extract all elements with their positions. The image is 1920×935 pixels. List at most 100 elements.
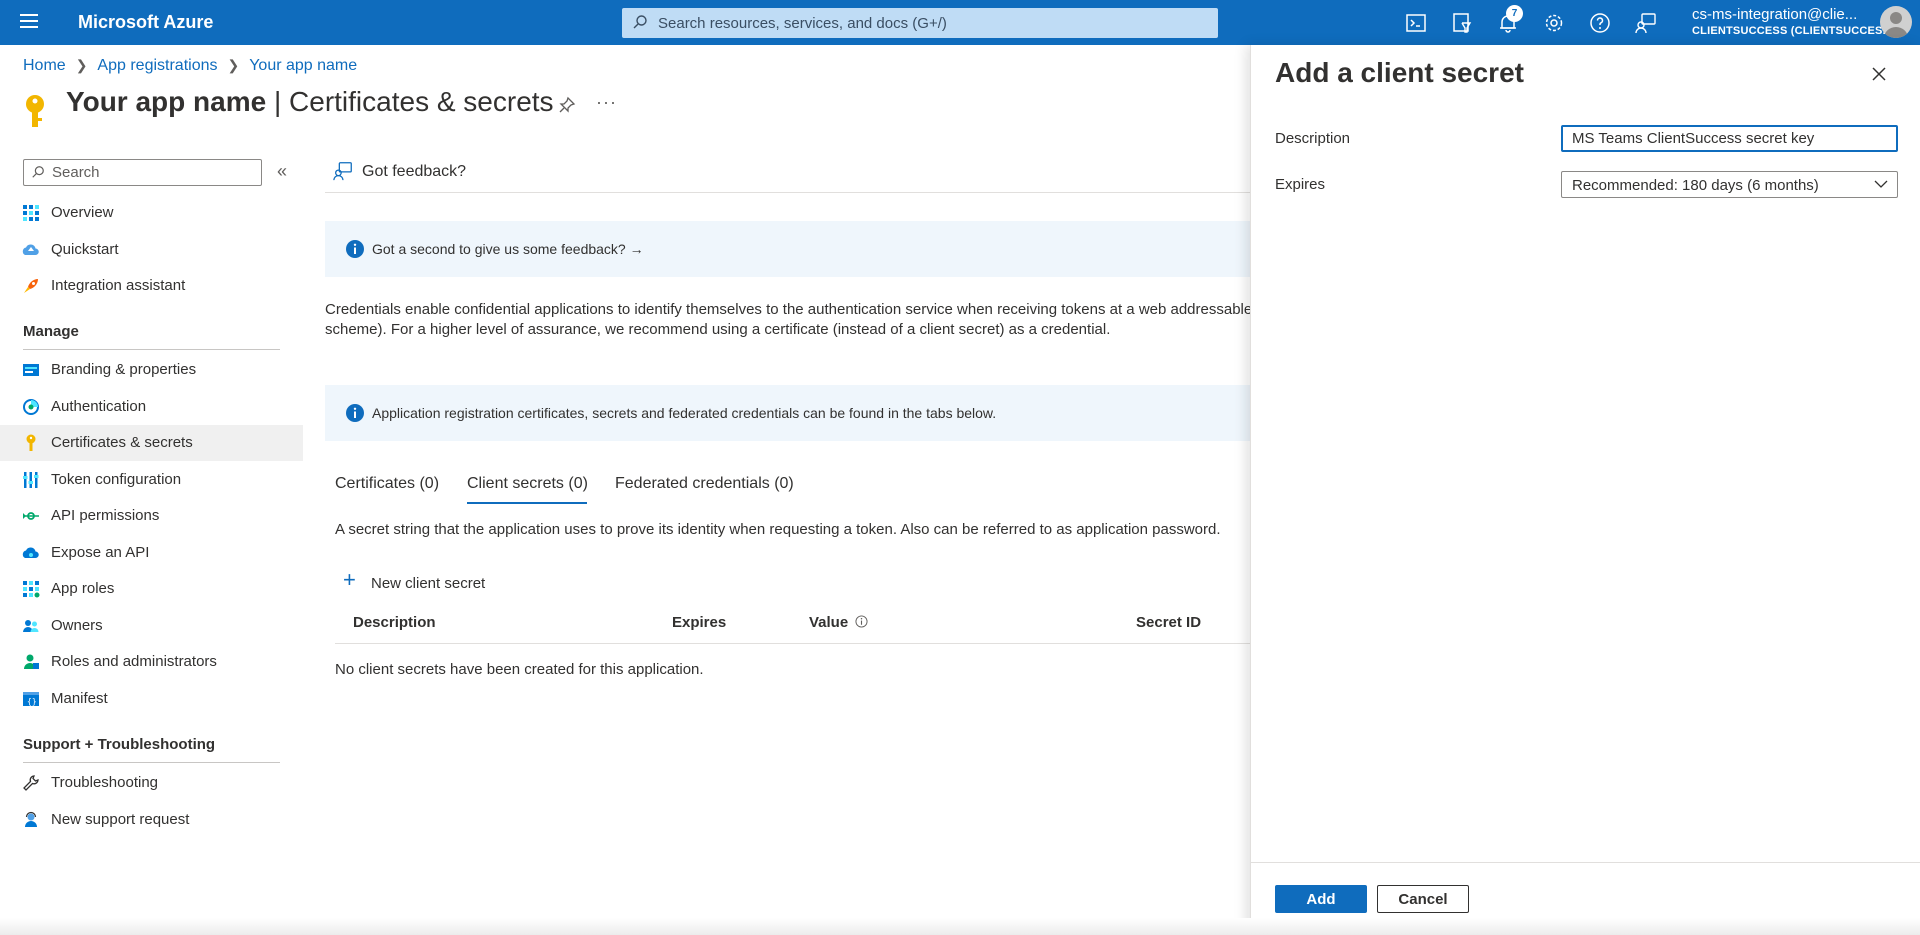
column-header-value-label: Value: [809, 614, 849, 631]
global-search-input[interactable]: [656, 8, 1206, 38]
wrench-icon: [23, 775, 39, 791]
feedback-banner[interactable]: Got a second to give us some feedback? →: [325, 221, 1250, 277]
nav-item-label: Expose an API: [51, 544, 150, 561]
brand-title[interactable]: Microsoft Azure: [78, 12, 213, 33]
breadcrumb-app-name[interactable]: Your app name: [249, 57, 357, 74]
tab-client-secrets[interactable]: Client secrets (0): [467, 475, 588, 493]
nav-item-token-configuration[interactable]: Token configuration: [0, 462, 303, 498]
nav-item-integration-assistant[interactable]: Integration assistant: [0, 268, 303, 304]
nav-item-manifest[interactable]: {} Manifest: [0, 681, 303, 717]
nav-item-troubleshooting[interactable]: Troubleshooting: [0, 765, 303, 801]
nav-item-roles-administrators[interactable]: Roles and administrators: [0, 644, 303, 680]
key-icon: [26, 95, 44, 127]
empty-table-message: No client secrets have been created for …: [335, 661, 704, 678]
credentials-description: Credentials enable confidential applicat…: [325, 300, 1250, 340]
nav-item-label: Branding & properties: [51, 361, 197, 378]
settings-gear-icon[interactable]: [1542, 11, 1566, 35]
credentials-description-line: Credentials enable confidential applicat…: [325, 301, 1250, 318]
command-bar-divider: [325, 192, 1250, 193]
collapse-nav-button[interactable]: «: [277, 161, 287, 182]
nav-search-input[interactable]: [50, 160, 250, 185]
breadcrumb: Home ❯ App registrations ❯ Your app name: [23, 57, 357, 75]
nav-item-expose-api[interactable]: Expose an API: [0, 535, 303, 571]
page-title: Your app name | Certificates & secrets: [66, 86, 554, 118]
nav-item-certificates-secrets[interactable]: Certificates & secrets: [0, 425, 303, 461]
credentials-description-line: scheme). For a higher level of assurance…: [325, 321, 1111, 338]
search-icon: [32, 166, 44, 178]
column-header-value[interactable]: Value: [809, 614, 868, 631]
roles-icon: [24, 654, 39, 669]
nav-item-authentication[interactable]: Authentication: [0, 389, 303, 425]
search-icon: [633, 15, 647, 29]
feedback-person-icon[interactable]: [1634, 11, 1658, 35]
nav-item-app-roles[interactable]: App roles: [0, 571, 303, 607]
info-circle-icon[interactable]: [855, 615, 868, 628]
panel-title: Add a client secret: [1275, 57, 1524, 88]
column-header-secret-id[interactable]: Secret ID: [1136, 614, 1201, 631]
svg-text:{}: {}: [27, 697, 37, 706]
authentication-icon: [23, 399, 39, 415]
nav-item-label: Token configuration: [51, 471, 182, 488]
quickstart-icon: [22, 244, 39, 255]
expires-label: Expires: [1275, 176, 1326, 193]
close-icon[interactable]: [1867, 62, 1891, 86]
pin-icon[interactable]: [558, 96, 576, 114]
avatar[interactable]: [1880, 6, 1912, 38]
hamburger-menu-icon[interactable]: [20, 14, 38, 30]
nav-item-label: API permissions: [51, 507, 160, 524]
nav-item-label: App roles: [51, 580, 115, 597]
nav-item-label: Authentication: [51, 398, 147, 415]
panel-footer-divider: [1251, 862, 1920, 863]
description-field[interactable]: [1561, 125, 1898, 152]
account-info[interactable]: cs-ms-integration@clie... CLIENTSUCCESS …: [1692, 6, 1892, 37]
nav-item-branding[interactable]: Branding & properties: [0, 352, 303, 388]
new-client-secret-label: New client secret: [371, 575, 486, 592]
table-header-divider: [335, 643, 1250, 644]
add-button[interactable]: Add: [1275, 885, 1367, 913]
nav-heading-manage: Manage: [23, 323, 79, 340]
nav-item-label: Quickstart: [51, 241, 119, 258]
bottom-edge-shadow: [0, 918, 1920, 935]
expires-dropdown[interactable]: Recommended: 180 days (6 months): [1561, 171, 1898, 198]
client-secret-description: A secret string that the application use…: [335, 521, 1221, 538]
nav-item-api-permissions[interactable]: API permissions: [0, 498, 303, 534]
nav-item-owners[interactable]: Owners: [0, 608, 303, 644]
nav-item-label: Manifest: [51, 690, 108, 707]
active-tab-indicator: [467, 502, 587, 504]
nav-item-overview[interactable]: Overview: [0, 195, 303, 231]
global-search[interactable]: [622, 8, 1218, 38]
branding-icon: [23, 364, 39, 376]
plus-icon: +: [343, 567, 356, 592]
account-email: cs-ms-integration@clie...: [1692, 6, 1858, 23]
chevron-right-icon: ❯: [75, 57, 88, 73]
nav-item-label: Troubleshooting: [51, 774, 159, 791]
nav-item-label: Overview: [51, 204, 114, 221]
nav-item-label: Roles and administrators: [51, 653, 217, 670]
tab-federated-credentials[interactable]: Federated credentials (0): [615, 475, 794, 493]
column-header-expires[interactable]: Expires: [672, 614, 726, 631]
nav-item-quickstart[interactable]: Quickstart: [0, 232, 303, 268]
cloud-shell-icon[interactable]: [1404, 11, 1428, 35]
directory-filter-icon[interactable]: [1450, 11, 1474, 35]
help-icon[interactable]: [1588, 11, 1612, 35]
app-roles-icon: [23, 581, 40, 598]
manifest-icon: {}: [23, 692, 39, 706]
nav-search[interactable]: [23, 159, 262, 186]
cloud-icon: [22, 547, 39, 558]
nav-item-label: Integration assistant: [51, 277, 186, 294]
token-icon: [23, 472, 39, 488]
add-client-secret-panel: Add a client secret Description Expires …: [1250, 45, 1920, 935]
overview-icon: [23, 205, 39, 221]
api-permissions-icon: [23, 512, 39, 520]
nav-divider: [23, 349, 280, 350]
more-options-button[interactable]: ···: [596, 92, 617, 113]
breadcrumb-home[interactable]: Home: [23, 57, 66, 74]
nav-item-label: Owners: [51, 617, 103, 634]
breadcrumb-app-registrations[interactable]: App registrations: [97, 57, 217, 74]
info-icon: [346, 240, 364, 258]
column-header-description[interactable]: Description: [353, 614, 436, 631]
tab-certificates[interactable]: Certificates (0): [335, 475, 439, 493]
info-icon: [346, 404, 364, 422]
cancel-button[interactable]: Cancel: [1377, 885, 1469, 913]
nav-item-new-support-request[interactable]: New support request: [0, 802, 303, 838]
